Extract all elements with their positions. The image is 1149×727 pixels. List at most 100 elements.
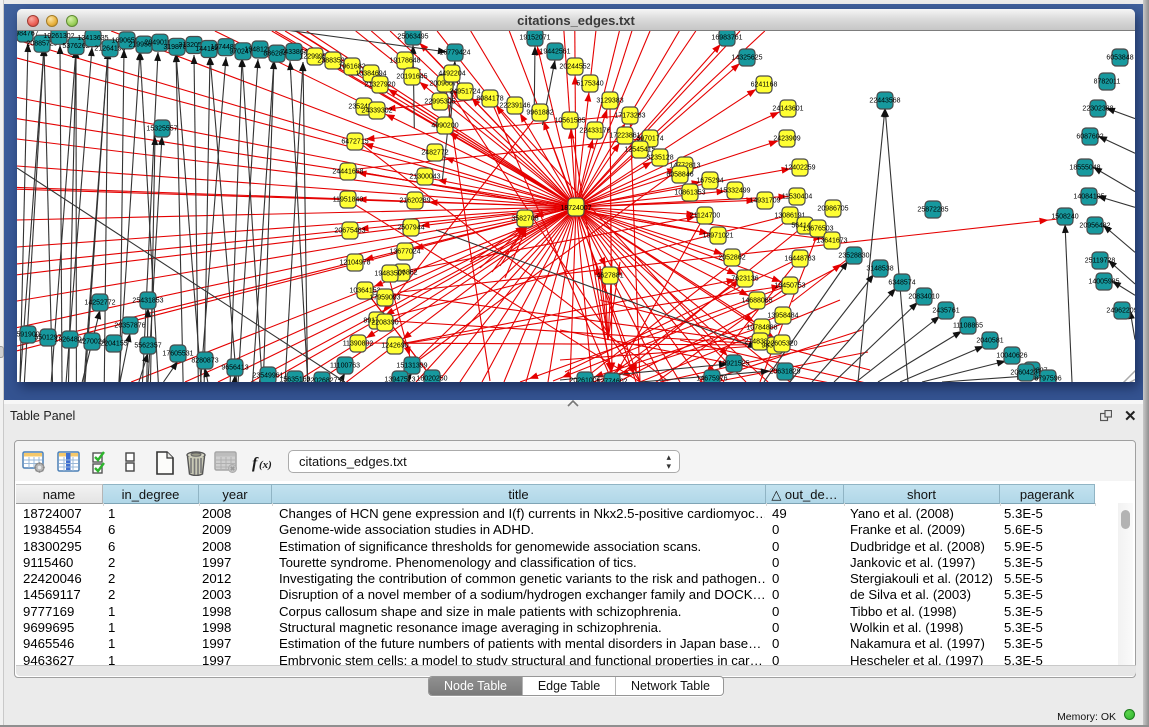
svg-text:9656413: 9656413 — [221, 365, 248, 372]
svg-text:24441658: 24441658 — [332, 169, 363, 176]
svg-text:11530404: 11530404 — [782, 194, 813, 201]
svg-text:19442561: 19442561 — [539, 49, 570, 56]
svg-text:2423909: 2423909 — [773, 136, 800, 143]
svg-text:14675976: 14675976 — [696, 376, 727, 383]
svg-text:22026827: 22026827 — [306, 378, 337, 383]
svg-text:24339302: 24339302 — [361, 108, 392, 115]
svg-text:12774602: 12774602 — [596, 379, 627, 383]
svg-text:20834010: 20834010 — [908, 294, 939, 301]
svg-text:15131399: 15131399 — [396, 363, 427, 370]
svg-text:2435761: 2435761 — [932, 308, 959, 315]
svg-text:4627881: 4627881 — [596, 273, 623, 280]
svg-text:14688065: 14688065 — [741, 298, 772, 305]
svg-text:16983761: 16983761 — [711, 35, 742, 42]
svg-text:16448783: 16448783 — [784, 256, 815, 263]
svg-text:8782011: 8782011 — [1094, 79, 1121, 86]
svg-text:6241168: 6241168 — [751, 82, 778, 89]
svg-text:4990200: 4990200 — [431, 123, 458, 130]
svg-text:19483507: 19483507 — [374, 271, 405, 278]
svg-text:11108865: 11108865 — [953, 323, 983, 330]
svg-text:6348574: 6348574 — [888, 280, 915, 287]
svg-text:17959093: 17959093 — [369, 295, 400, 302]
svg-text:24962209: 24962209 — [1106, 308, 1135, 315]
svg-text:20191645: 20191645 — [396, 74, 427, 81]
svg-text:2208390: 2208390 — [371, 320, 398, 327]
svg-text:2040581: 2040581 — [976, 338, 1003, 345]
svg-text:18450753: 18450753 — [774, 283, 805, 290]
svg-text:13947523: 13947523 — [384, 377, 415, 383]
svg-text:8280873: 8280873 — [191, 358, 218, 365]
svg-text:15325557: 15325557 — [146, 126, 177, 133]
svg-text:18971021: 18971021 — [702, 233, 733, 240]
svg-text:14931709: 14931709 — [749, 198, 780, 205]
svg-text:6472715: 6472715 — [341, 139, 368, 146]
svg-text:14084105: 14084105 — [1073, 194, 1104, 201]
svg-text:3148538: 3148538 — [866, 266, 893, 273]
svg-text:1242690: 1242690 — [381, 343, 408, 350]
svg-text:16779424: 16779424 — [439, 50, 470, 57]
svg-text:22995305: 22995305 — [424, 99, 455, 106]
svg-text:15332499: 15332499 — [719, 188, 750, 195]
svg-text:6053848: 6053848 — [1106, 55, 1133, 62]
svg-text:18020250: 18020250 — [416, 376, 447, 383]
svg-text:22605320: 22605320 — [766, 341, 797, 348]
svg-text:5562357: 5562357 — [134, 343, 161, 350]
svg-text:24951724: 24951724 — [449, 89, 480, 96]
svg-text:2507944: 2507944 — [397, 225, 424, 232]
svg-text:(x): (x) — [259, 459, 272, 471]
svg-text:11390802: 11390802 — [343, 341, 374, 348]
svg-text:3235128: 3235128 — [646, 155, 673, 162]
svg-text:18724007: 18724007 — [560, 205, 591, 212]
svg-text:21620289: 21620289 — [399, 198, 430, 205]
svg-text:8084178: 8084178 — [476, 96, 503, 103]
svg-text:13677024: 13677024 — [389, 249, 420, 256]
svg-text:21124700: 21124700 — [690, 213, 721, 220]
svg-text:1508240: 1508240 — [1051, 214, 1078, 221]
svg-text:14325625: 14325625 — [731, 55, 762, 62]
svg-text:22443568: 22443568 — [869, 98, 900, 105]
svg-text:6087602: 6087602 — [1076, 134, 1103, 141]
svg-text:25063495: 25063495 — [397, 34, 428, 41]
svg-text:18555048: 18555048 — [1069, 165, 1100, 172]
svg-text:2052862: 2052862 — [718, 255, 745, 262]
svg-text:11951840: 11951840 — [333, 197, 364, 204]
svg-text:23528830: 23528830 — [838, 253, 869, 260]
svg-text:20631829: 20631829 — [769, 369, 800, 376]
svg-text:20244552: 20244552 — [559, 64, 590, 71]
svg-text:10040626: 10040626 — [996, 353, 1027, 360]
svg-text:4492204: 4492204 — [438, 71, 465, 78]
svg-text:20986705: 20986705 — [817, 206, 848, 213]
svg-text:21300043: 21300043 — [409, 174, 440, 181]
svg-text:19152071: 19152071 — [519, 35, 550, 42]
svg-text:21327920: 21327920 — [364, 82, 395, 89]
svg-text:25431853: 25431853 — [132, 298, 163, 305]
svg-text:22239146: 22239146 — [499, 103, 530, 110]
svg-text:20357876: 20357876 — [114, 323, 145, 330]
svg-text:17173283: 17173283 — [614, 113, 645, 120]
svg-text:f: f — [252, 455, 259, 472]
svg-text:22433176: 22433176 — [579, 128, 610, 135]
svg-text:6058846: 6058846 — [666, 172, 693, 179]
svg-text:25119728: 25119728 — [1085, 258, 1116, 265]
svg-text:17605531: 17605531 — [162, 351, 193, 358]
svg-text:9961882: 9961882 — [526, 110, 553, 117]
svg-text:5175340: 5175340 — [576, 81, 603, 88]
svg-text:10364152: 10364152 — [349, 288, 380, 295]
svg-text:2204155: 2204155 — [100, 341, 127, 348]
svg-text:7623136: 7623136 — [731, 276, 758, 283]
svg-text:12402259: 12402259 — [784, 165, 815, 172]
svg-text:22302388: 22302388 — [1082, 106, 1113, 113]
svg-text:1675294: 1675294 — [696, 178, 723, 185]
svg-text:2482772: 2482772 — [421, 150, 448, 157]
svg-text:14005985: 14005985 — [1088, 279, 1119, 286]
svg-text:12104978: 12104978 — [339, 260, 370, 267]
svg-text:1961682: 1961682 — [338, 64, 365, 71]
svg-text:8797596: 8797596 — [1034, 376, 1061, 383]
svg-text:11100763: 11100763 — [330, 363, 360, 370]
svg-text:13958484: 13958484 — [767, 313, 798, 320]
svg-text:3129383: 3129383 — [596, 98, 623, 105]
svg-text:10561585: 10561585 — [554, 118, 585, 125]
svg-text:20675483: 20675483 — [334, 228, 365, 235]
svg-text:13641673: 13641673 — [816, 238, 847, 245]
svg-text:20956482: 20956482 — [1079, 223, 1110, 230]
